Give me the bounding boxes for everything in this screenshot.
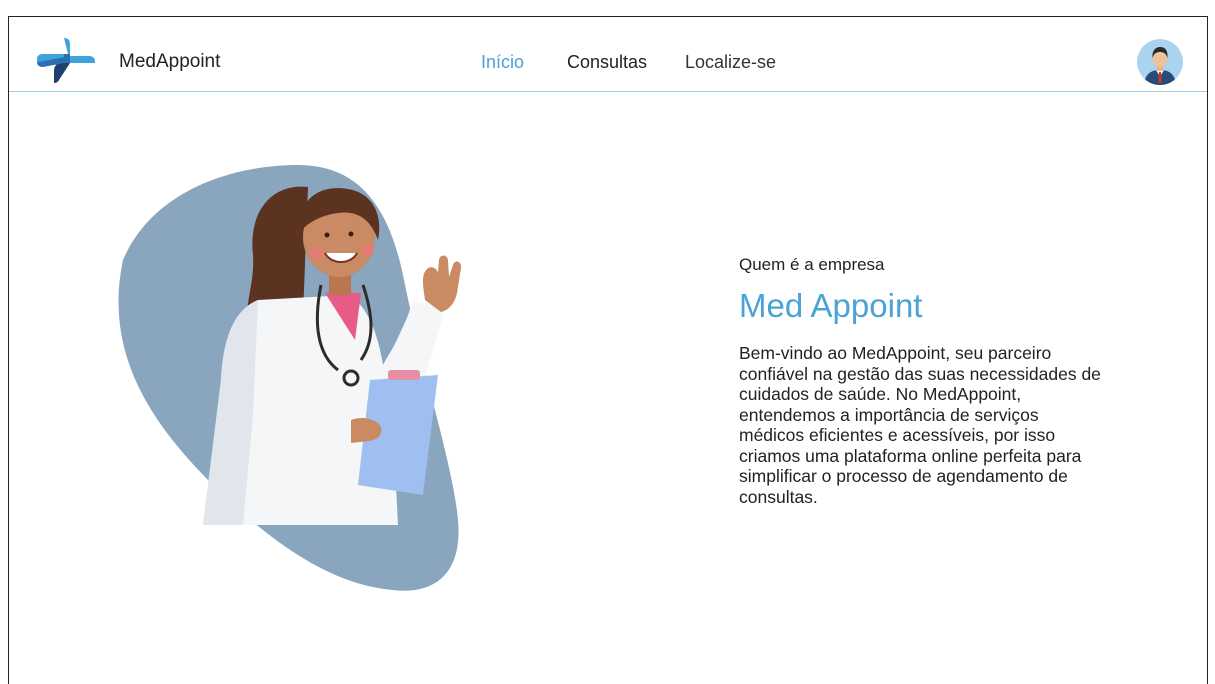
top-cropped-caption xyxy=(380,0,500,16)
user-avatar-icon[interactable] xyxy=(1137,39,1183,85)
hero-subtitle: Quem é a empresa xyxy=(739,255,885,274)
nav-item-consultas[interactable]: Consultas xyxy=(567,52,647,73)
hero-section: Quem é a empresa Med Appoint Bem-vindo a… xyxy=(739,255,1119,507)
medical-cross-logo-icon[interactable] xyxy=(37,36,95,84)
nav-item-localize-se[interactable]: Localize-se xyxy=(685,52,776,73)
app-window: MedAppoint Início Consultas Localize-se xyxy=(8,16,1208,684)
hero-description: Bem-vindo ao MedAppoint, seu parceiro co… xyxy=(739,343,1101,507)
hero-title: Med Appoint xyxy=(739,287,923,324)
doctor-illustration xyxy=(118,165,462,591)
brand-name[interactable]: MedAppoint xyxy=(119,51,220,73)
nav-item-inicio[interactable]: Início xyxy=(481,52,524,73)
navbar: MedAppoint Início Consultas Localize-se xyxy=(9,17,1207,92)
